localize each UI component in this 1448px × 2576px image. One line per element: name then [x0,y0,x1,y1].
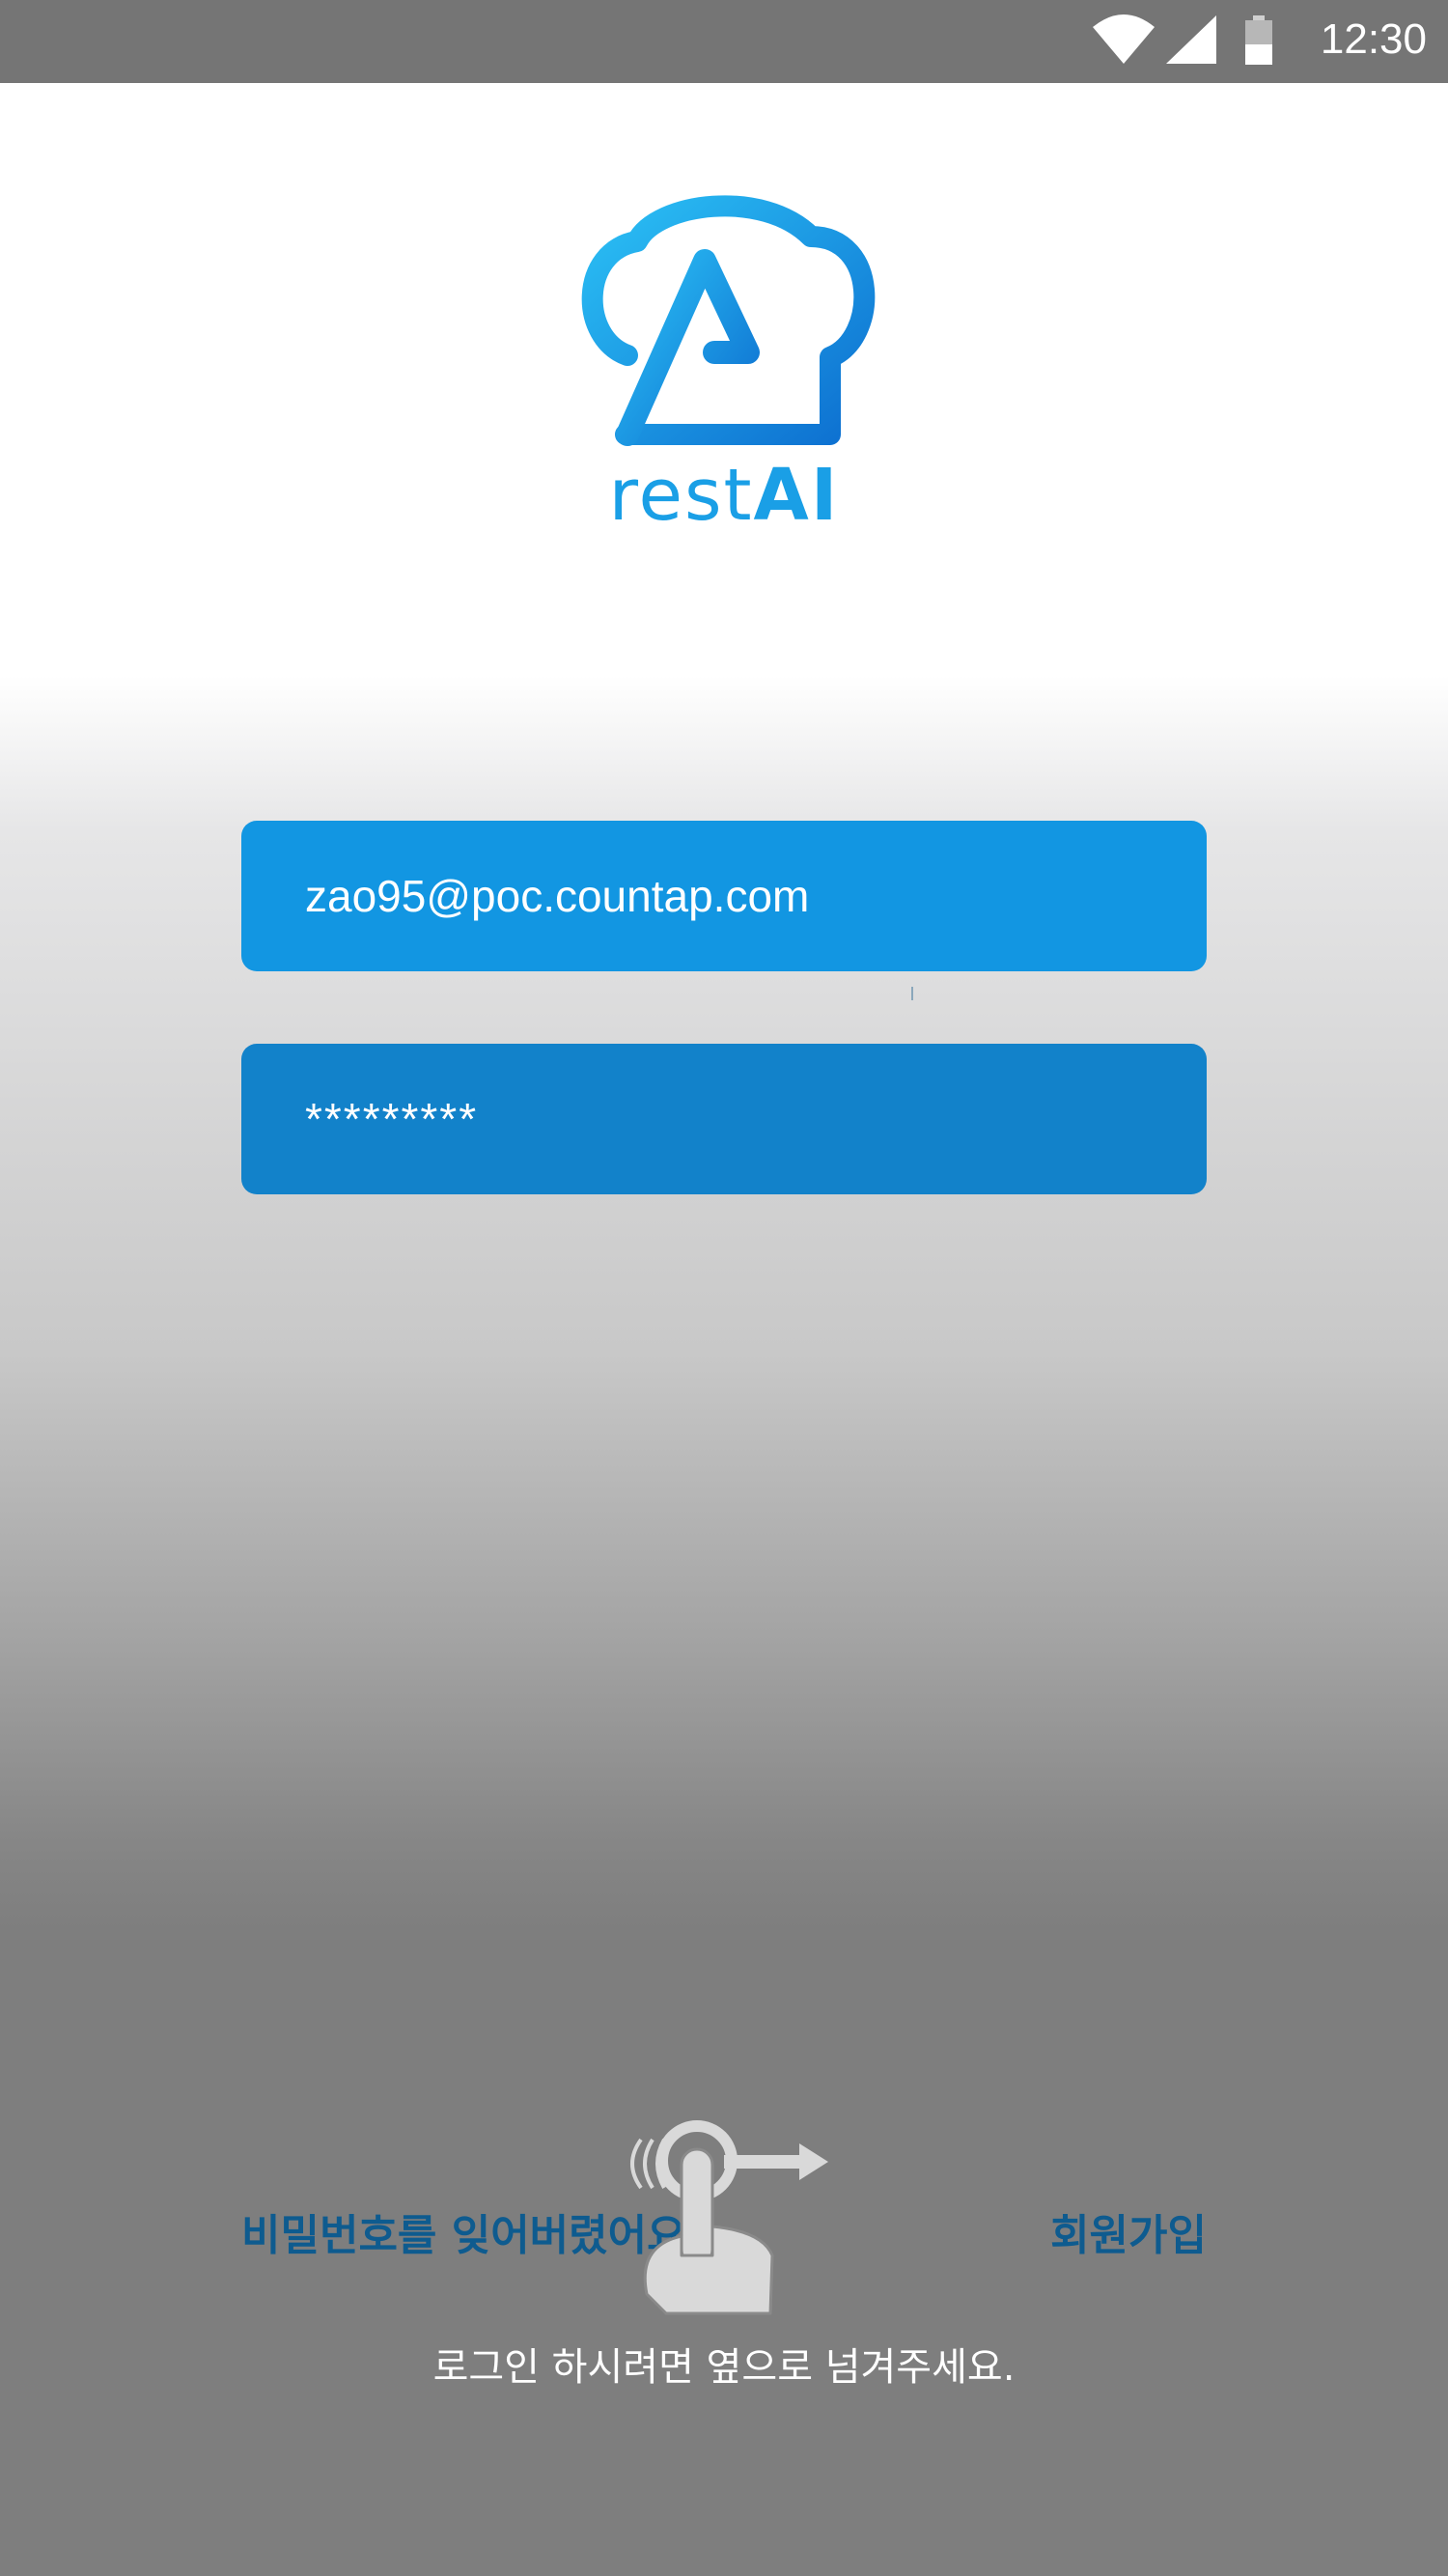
signal-icon [1166,15,1216,64]
brand-name-rest: rest [608,454,754,537]
password-value: ********* [305,1094,479,1144]
status-bar: 12:30 [0,0,1448,83]
email-field[interactable]: zao95@poc.countap.com [241,821,1207,971]
login-screen: 12:30 restAI zao95@poc.countap.com *****… [0,0,1448,2576]
swipe-hint-text: 로그인 하시려면 옆으로 넘겨주세요. [432,2345,1016,2390]
swipe-hand-icon [630,2120,828,2315]
brand-name: restAI [579,452,869,539]
battery-icon [1245,15,1272,65]
brand-name-ai: AI [753,454,840,537]
wifi-icon [1093,14,1155,64]
clock: 12:30 [1320,15,1427,63]
password-field[interactable]: ********* [241,1044,1207,1194]
cursor-mark [911,987,913,1000]
email-value: zao95@poc.countap.com [305,871,810,921]
chef-hat-a-logo-icon [581,195,876,446]
sign-up-link[interactable]: 회원가입 [1050,2205,1207,2267]
